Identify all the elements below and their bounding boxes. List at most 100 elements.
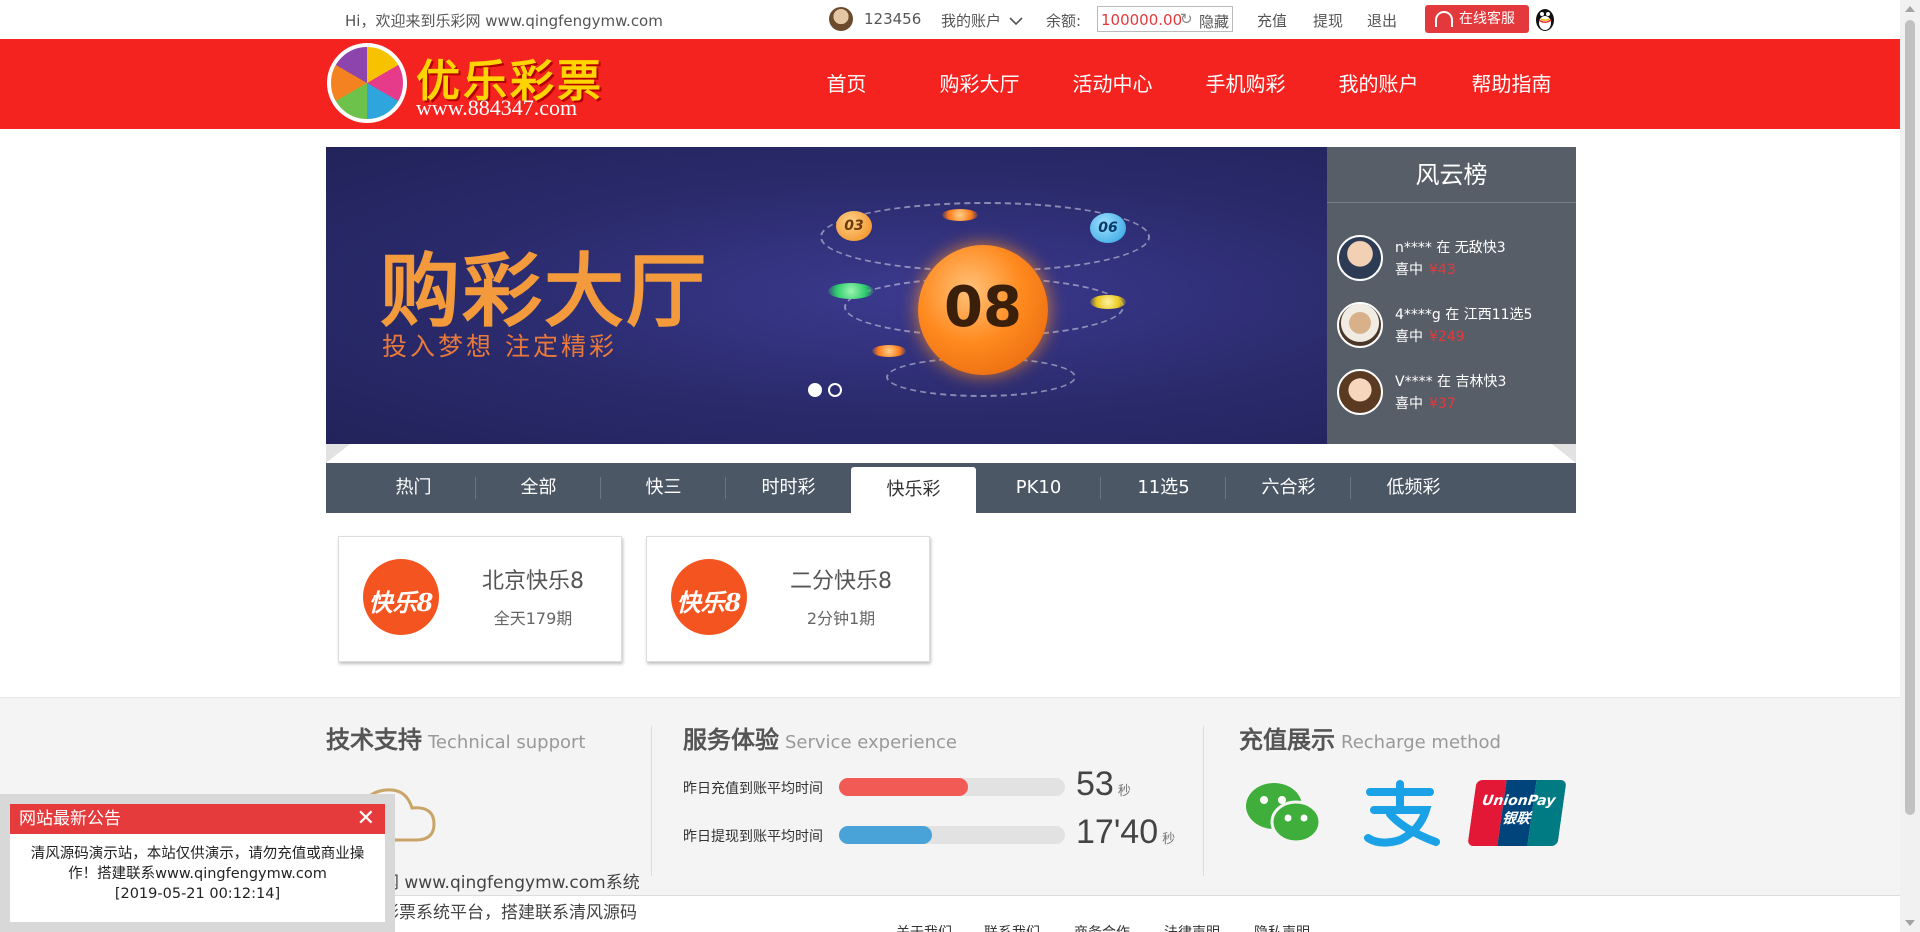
withdraw-time-fill <box>839 826 932 844</box>
metric-unit: 秒 <box>1162 831 1176 846</box>
leaderboard-title: 风云榜 <box>1327 147 1576 203</box>
recharge-time-bar <box>839 778 1065 796</box>
winner-amount-line: 喜中 ¥249 <box>1395 326 1465 346</box>
footer-link-legal[interactable]: 法律声明 <box>1164 922 1220 932</box>
my-account-dropdown[interactable]: 我的账户 <box>941 10 1023 31</box>
tab-ssc[interactable]: 时时彩 <box>726 463 851 513</box>
footer-platform-text: 彩票系统平台，搭建联系清风源码 <box>382 903 637 923</box>
nav-home[interactable]: 首页 <box>780 39 913 129</box>
banner-comet-orange <box>872 345 906 357</box>
nav-my-account[interactable]: 我的账户 <box>1312 39 1445 129</box>
qq-penguin-icon[interactable] <box>1533 5 1557 33</box>
footer-link-privacy[interactable]: 隐私声明 <box>1254 922 1310 932</box>
page: Hi，欢迎来到乐彩网 www.qingfengymw.com 123456 我的… <box>0 0 1920 932</box>
card-schedule: 2分钟1期 <box>806 609 876 628</box>
heading-en: Service experience <box>785 732 958 753</box>
username[interactable]: 123456 <box>864 10 921 28</box>
tab-low-frequency[interactable]: 低频彩 <box>1351 463 1476 513</box>
tab-hot[interactable]: 热门 <box>351 463 476 513</box>
withdraw-time-value: 17'40 秒 <box>1076 813 1175 852</box>
close-icon[interactable]: ✕ <box>357 804 375 834</box>
winner-avatar <box>1337 235 1383 281</box>
nav-activity-center[interactable]: 活动中心 <box>1046 39 1179 129</box>
page-scrollbar[interactable] <box>1900 0 1920 932</box>
my-account-label: 我的账户 <box>941 12 1002 30</box>
leaderboard-item: V**** 在 吉林快3 喜中 ¥37 <box>1337 367 1572 417</box>
tab-11x5[interactable]: 11选5 <box>1101 463 1226 513</box>
recharge-time-label: 昨日充值到账平均时间 <box>683 781 823 797</box>
heading-en: Recharge method <box>1341 732 1501 753</box>
nav-help-guide[interactable]: 帮助指南 <box>1445 39 1578 129</box>
unionpay-text: UnionPay 银联 <box>1470 792 1565 828</box>
logo-emblem[interactable] <box>327 43 407 123</box>
scroll-up-arrow[interactable] <box>1905 6 1915 12</box>
carousel-dot[interactable] <box>828 383 842 397</box>
carousel-dot-active[interactable] <box>808 383 822 397</box>
unionpay-cn: 银联 <box>1501 811 1532 827</box>
lottery-card-2min-keno[interactable]: 快乐8 二分快乐8 2分钟1期 <box>646 536 930 662</box>
banner-title: 购彩大厅 <box>380 245 708 338</box>
card-logo-text: 快乐8 <box>368 588 434 617</box>
alipay-icon <box>1364 780 1440 847</box>
tab-label: 快三 <box>645 477 682 498</box>
main-header: 优乐彩票 www.884347.com 首页 购彩大厅 活动中心 手机购彩 我的… <box>0 39 1900 129</box>
recharge-link[interactable]: 充值 <box>1257 10 1287 31</box>
recharge-method-heading: 充值展示 Recharge method <box>1239 720 1501 755</box>
tab-gap <box>326 444 1576 463</box>
hide-balance-button[interactable]: 隐藏 <box>1199 11 1229 32</box>
announcement-text: 清风源码演示站，本站仅供演示，请勿充值或商业操作！搭建联系www.qingfen… <box>30 846 365 882</box>
banner-subtitle: 投入梦想 注定精彩 <box>382 332 617 361</box>
footer-link-about[interactable]: 关于我们 <box>896 922 952 932</box>
tab-label: 低频彩 <box>1386 477 1441 498</box>
logout-link[interactable]: 退出 <box>1367 10 1397 31</box>
winner-amount-line: 喜中 ¥43 <box>1395 259 1456 279</box>
hero-banner[interactable]: 购彩大厅 投入梦想 注定精彩 08 03 06 <box>326 147 1327 444</box>
card-schedule: 全天179期 <box>493 609 573 628</box>
tab-keno[interactable]: 快乐彩 <box>851 467 976 513</box>
tab-mark-six[interactable]: 六合彩 <box>1226 463 1351 513</box>
announcement-title: 网站最新公告 <box>19 809 121 829</box>
tab-k3[interactable]: 快三 <box>601 463 726 513</box>
scroll-thumb[interactable] <box>1905 20 1915 815</box>
online-service-label: 在线客服 <box>1459 11 1515 27</box>
heading-en: Technical support <box>428 732 586 753</box>
winner-avatar <box>1337 302 1383 348</box>
lottery-category-tabs: 热门 全部 快三 时时彩 快乐彩 PK10 11选5 六合彩 低频彩 <box>326 463 1576 513</box>
footer-divider <box>1203 726 1204 876</box>
lottery-card-beijing-keno[interactable]: 快乐8 北京快乐8 全天179期 <box>338 536 622 662</box>
banner-big-ball-number: 08 <box>944 275 1022 340</box>
footer-link-contact[interactable]: 联系我们 <box>984 922 1040 932</box>
withdraw-time-label: 昨日提现到账平均时间 <box>683 829 823 845</box>
nav-mobile-lottery[interactable]: 手机购彩 <box>1179 39 1312 129</box>
banner-comet-green <box>828 283 874 299</box>
tab-all[interactable]: 全部 <box>476 463 601 513</box>
tab-label: 快乐彩 <box>886 479 941 500</box>
withdraw-link[interactable]: 提现 <box>1313 10 1343 31</box>
user-avatar[interactable] <box>829 7 853 31</box>
leaderboard-item: 4****g 在 江西11选5 喜中 ¥249 <box>1337 300 1572 350</box>
banner-comet-yellow <box>1090 295 1126 309</box>
tab-corner-right <box>1552 444 1576 463</box>
tab-label: 11选5 <box>1137 477 1190 498</box>
card-name: 北京快乐8 <box>482 569 584 594</box>
win-prefix: 喜中 <box>1395 262 1423 278</box>
announcement-popup: 网站最新公告 ✕ 清风源码演示站，本站仅供演示，请勿充值或商业操作！搭建联系ww… <box>0 794 395 932</box>
announcement-time: [2019-05-21 00:12:14] <box>114 886 281 902</box>
footer-link-business[interactable]: 商务合作 <box>1074 922 1130 932</box>
headset-icon <box>1435 11 1453 27</box>
unionpay-en: UnionPay <box>1480 793 1557 809</box>
nav-lottery-hall[interactable]: 购彩大厅 <box>913 39 1046 129</box>
heading-cn: 技术支持 <box>326 726 422 754</box>
balance-label: 余额: <box>1046 12 1082 30</box>
win-amount: ¥37 <box>1429 396 1456 412</box>
tech-support-heading: 技术支持 Technical support <box>326 720 585 755</box>
tab-pk10[interactable]: PK10 <box>976 463 1101 513</box>
leaderboard-item: n**** 在 无敌快3 喜中 ¥43 <box>1337 233 1572 283</box>
scroll-down-arrow[interactable] <box>1905 920 1915 926</box>
refresh-icon[interactable]: ↻ <box>1180 10 1193 28</box>
winner-amount-line: 喜中 ¥37 <box>1395 393 1456 413</box>
tab-label: 全部 <box>520 477 557 498</box>
online-service-button[interactable]: 在线客服 <box>1425 5 1529 33</box>
tab-label: 六合彩 <box>1261 477 1316 498</box>
balance-value: 100000.00 <box>1101 11 1183 29</box>
